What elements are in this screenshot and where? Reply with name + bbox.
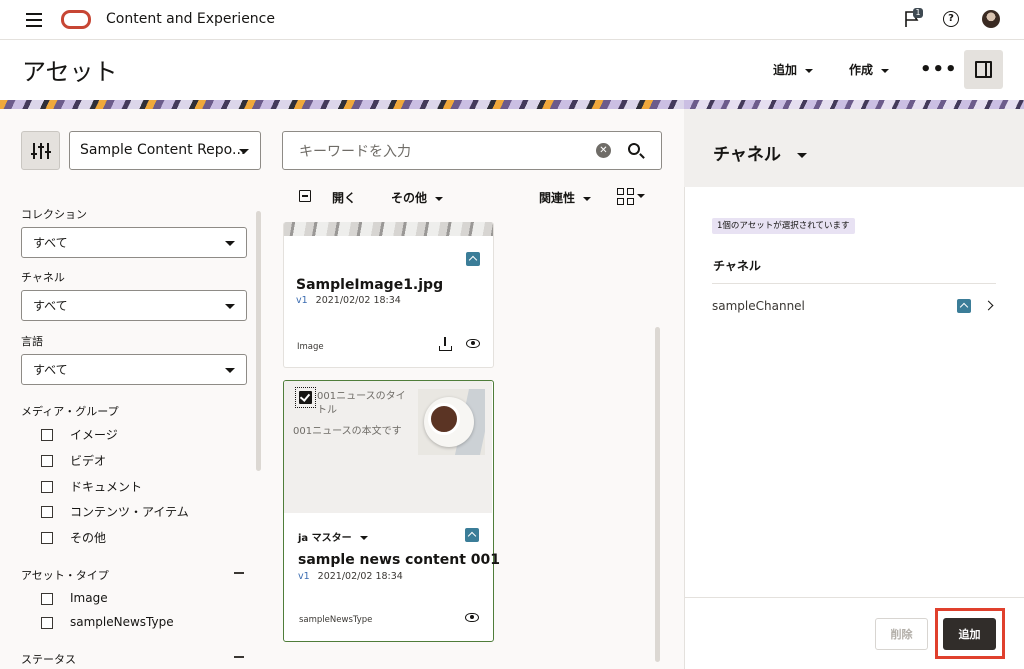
channels-section-label: チャネル — [713, 259, 761, 273]
card-title: SampleImage1.jpg — [296, 277, 444, 293]
hamburger-menu-icon[interactable] — [26, 13, 42, 27]
collection-label: コレクション — [21, 208, 87, 221]
media-group-option: コンテンツ・アイテム — [70, 505, 189, 519]
more-actions-icon[interactable]: ••• — [920, 59, 958, 80]
card-date: 2021/02/02 18:34 — [317, 571, 403, 582]
chevron-down-icon — [881, 68, 890, 73]
add-menu-label: 追加 — [773, 63, 798, 77]
chevron-down-icon — [796, 152, 807, 158]
language-master-dropdown[interactable]: ja マスター — [298, 529, 368, 544]
select-asset-checkbox[interactable] — [299, 391, 312, 404]
card-thumbnail-strip — [284, 222, 493, 236]
language-master-label: ja マスター — [298, 533, 352, 544]
preview-title: 001ニュースのタイトル — [317, 391, 406, 416]
footer-divider — [684, 597, 1024, 598]
preview-body: 001ニュースの本文です — [293, 426, 402, 437]
language-select[interactable]: すべて — [21, 354, 247, 385]
help-icon[interactable]: ? — [943, 11, 959, 27]
media-group-option: ドキュメント — [70, 480, 143, 494]
media-group-option: その他 — [70, 531, 107, 545]
preview-eye-icon[interactable] — [465, 613, 479, 622]
collapse-asset-type-icon[interactable] — [234, 572, 244, 574]
asset-type-label: アセット・タイプ — [21, 569, 109, 582]
media-group-option: イメージ — [70, 428, 118, 442]
filter-toggle-button[interactable] — [21, 131, 60, 170]
other-menu-button[interactable]: その他 — [391, 189, 444, 206]
notification-count-badge: 1 — [913, 8, 923, 18]
grid-view-icon[interactable] — [617, 188, 634, 205]
chevron-down-icon — [435, 196, 444, 201]
channel-status-icon — [957, 299, 971, 313]
sort-label: 関連性 — [539, 191, 576, 205]
channel-select[interactable]: すべて — [21, 290, 247, 321]
divider — [712, 283, 996, 284]
chevron-down-icon — [583, 196, 592, 201]
download-icon[interactable] — [439, 337, 452, 352]
decorative-banner-right — [684, 100, 1024, 109]
side-panel-icon — [975, 61, 992, 78]
delete-button[interactable]: 削除 — [875, 618, 928, 650]
asset-type-option: sampleNewsType — [70, 615, 174, 629]
chevron-down-icon — [359, 536, 368, 540]
oracle-logo — [61, 10, 91, 29]
card-date: 2021/02/02 18:34 — [315, 295, 401, 306]
app-title: Content and Experience — [106, 11, 275, 27]
clear-search-icon[interactable]: ✕ — [596, 143, 611, 158]
panel-title: チャネル — [713, 145, 781, 165]
chevron-down-icon — [805, 68, 814, 73]
status-label: ステータス — [21, 653, 76, 666]
asset-type-option: Image — [70, 591, 108, 605]
asset-type-news-checkbox[interactable] — [41, 617, 53, 629]
card-title: sample news content 001 — [298, 552, 500, 568]
media-other-checkbox[interactable] — [41, 532, 53, 544]
toggle-side-panel-button[interactable] — [964, 50, 1003, 89]
repository-select[interactable]: Sample Content Repo... — [69, 131, 261, 170]
card-type: sampleNewsType — [299, 615, 373, 625]
sort-relevance-button[interactable]: 関連性 — [539, 189, 592, 206]
media-group-option: ビデオ — [70, 454, 107, 468]
channel-name[interactable]: sampleChannel — [712, 299, 805, 313]
status-approved-icon — [465, 528, 479, 542]
add-menu-button[interactable]: 追加 — [773, 61, 814, 78]
user-avatar[interactable] — [982, 10, 1000, 28]
media-image-checkbox[interactable] — [41, 429, 53, 441]
card-meta: v1 2021/02/02 18:34 — [296, 295, 401, 306]
results-scrollbar[interactable] — [655, 327, 660, 662]
card-type: Image — [297, 342, 324, 352]
status-approved-icon — [466, 252, 480, 266]
collapse-status-icon[interactable] — [234, 656, 244, 658]
other-menu-label: その他 — [391, 191, 428, 205]
collapse-all-icon[interactable] — [299, 190, 311, 202]
search-icon[interactable] — [628, 143, 640, 155]
slider-icon — [33, 143, 35, 159]
media-document-checkbox[interactable] — [41, 481, 53, 493]
media-group-label: メディア・グループ — [21, 405, 119, 418]
card-meta: v1 2021/02/02 18:34 — [298, 571, 403, 582]
collection-select[interactable]: すべて — [21, 227, 247, 258]
open-button[interactable]: 開く — [332, 189, 356, 206]
page-title: アセット — [22, 58, 118, 86]
filter-scrollbar[interactable] — [256, 211, 261, 471]
create-menu-button[interactable]: 作成 — [849, 61, 890, 78]
channel-filter-label: チャネル — [21, 271, 65, 284]
asset-type-image-checkbox[interactable] — [41, 593, 53, 605]
media-content-item-checkbox[interactable] — [41, 506, 53, 518]
language-label: 言語 — [21, 335, 43, 348]
media-video-checkbox[interactable] — [41, 455, 53, 467]
coffee-thumbnail — [418, 389, 485, 455]
preview-eye-icon[interactable] — [466, 339, 480, 348]
right-panel — [684, 109, 1024, 669]
create-menu-label: 作成 — [849, 63, 874, 77]
card-version: v1 — [296, 295, 308, 306]
highlight-box — [935, 608, 1005, 659]
selection-count-badge: 1個のアセットが選択されています — [712, 218, 855, 234]
view-options-chevron-icon[interactable] — [637, 194, 645, 198]
panel-title-dropdown[interactable]: チャネル — [713, 140, 807, 165]
card-version: v1 — [298, 571, 310, 582]
decorative-banner — [0, 100, 684, 109]
